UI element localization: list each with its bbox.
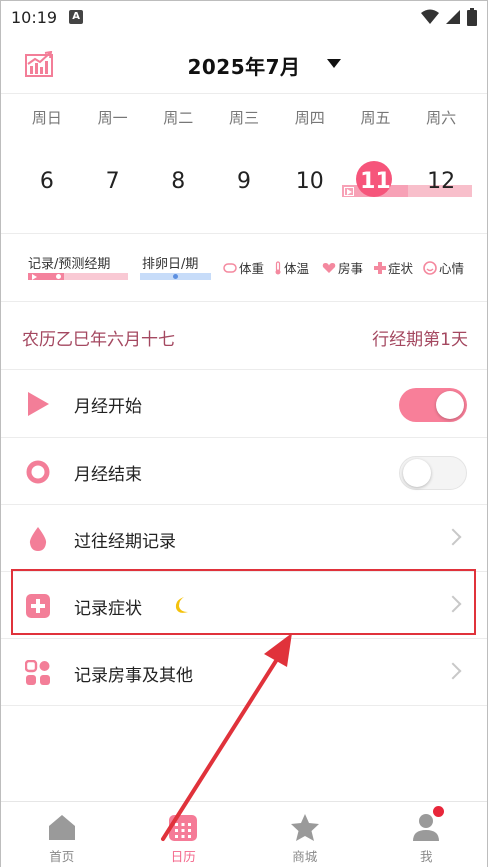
notification-a-icon: A	[69, 10, 84, 24]
tab-home-label: 首页	[49, 849, 75, 864]
app-frame: 10:19 A 2025年7月 周日 周一 周二 周三 周四 周五 周六 6 7…	[0, 0, 488, 867]
scale-icon	[223, 262, 237, 273]
weekday-label: 周一	[97, 109, 128, 127]
period-end-row[interactable]: 月经结束	[1, 438, 487, 505]
month-title[interactable]: 2025年7月	[1, 51, 487, 80]
divider	[1, 301, 487, 302]
tab-calendar[interactable]: 日历	[123, 802, 245, 867]
weekday-label: 周四	[294, 109, 325, 127]
legend-symptom-label: 症状	[388, 261, 414, 276]
tab-mall[interactable]: 商城	[244, 802, 366, 867]
period-start-toggle[interactable]	[399, 388, 467, 422]
divider	[1, 233, 487, 234]
legend-ovulation-bar	[140, 273, 211, 280]
tab-calendar-label: 日历	[170, 849, 196, 864]
weekday-label: 周六	[426, 109, 457, 127]
period-end-label: 月经结束	[74, 465, 142, 485]
legend-ovulation-label: 排卵日/期	[142, 257, 199, 272]
period-start-row[interactable]: 月经开始	[1, 370, 487, 437]
legend-intimacy-label: 房事	[338, 261, 364, 276]
legend-record-label: 记录/预测经期	[28, 257, 111, 272]
period-day-text: 行经期第1天	[372, 330, 468, 350]
weekday-label: 周二	[163, 109, 194, 127]
wifi-icon	[421, 9, 439, 24]
date-cell[interactable]: 12	[408, 159, 474, 205]
legend-mood-label: 心情	[439, 261, 465, 276]
date-cell[interactable]: 6	[14, 159, 80, 205]
record-intimacy-other-label: 记录房事及其他	[74, 666, 193, 686]
weekday-row: 周日 周一 周二 周三 周四 周五 周六	[14, 107, 474, 128]
highlight-box	[11, 569, 476, 635]
calendar-header: 2025年7月	[1, 41, 487, 87]
date-cell[interactable]: 8	[145, 159, 211, 205]
status-bar: 10:19 A	[1, 1, 487, 33]
heart-icon	[322, 262, 336, 273]
tab-home[interactable]: 首页	[1, 802, 123, 867]
date-cell[interactable]: 10	[277, 159, 343, 205]
signal-icon	[446, 10, 460, 24]
lunar-info-row: 农历乙巳年六月十七 行经期第1天	[22, 325, 468, 351]
grid-apps-icon	[25, 660, 50, 685]
date-cell[interactable]: 7	[80, 159, 146, 205]
record-intimacy-other-row[interactable]: 记录房事及其他	[1, 639, 487, 706]
past-period-records-row[interactable]: 过往经期记录	[1, 505, 487, 572]
weekday-label: 周三	[229, 109, 260, 127]
divider	[1, 93, 487, 94]
ring-icon	[26, 460, 50, 484]
battery-icon	[467, 8, 477, 26]
notification-dot	[432, 806, 444, 817]
tab-me[interactable]: 我	[366, 802, 488, 867]
star-icon	[290, 814, 319, 841]
toggle-knob	[403, 459, 431, 487]
chevron-right-icon	[444, 662, 462, 680]
past-period-records-label: 过往经期记录	[74, 532, 176, 552]
tab-mall-label: 商城	[292, 849, 318, 864]
weekday-label: 周五	[360, 109, 391, 127]
period-start-label: 月经开始	[74, 397, 142, 417]
chevron-right-icon	[444, 528, 462, 546]
smile-icon	[423, 260, 437, 275]
home-icon	[48, 815, 75, 840]
plus-icon	[374, 261, 386, 274]
calendar-icon	[169, 815, 198, 841]
period-end-toggle[interactable]	[399, 456, 467, 490]
date-cell[interactable]: 9	[211, 159, 277, 205]
legend-record-bar	[28, 273, 128, 280]
status-time: 10:19	[11, 7, 58, 27]
thermometer-icon	[275, 260, 281, 274]
lunar-date-text: 农历乙巳年六月十七	[22, 330, 175, 350]
toggle-knob	[436, 391, 464, 419]
drop-icon	[29, 527, 47, 551]
calendar-legend: 记录/预测经期 排卵日/期 体重 体温 房事 症状 心情	[25, 253, 475, 283]
legend-temperature-label: 体温	[284, 261, 310, 276]
month-dropdown-icon[interactable]	[327, 59, 341, 68]
play-icon	[28, 392, 49, 416]
date-row: 6 7 8 9 10 11 12	[14, 159, 474, 205]
weekday-label: 周日	[31, 109, 62, 127]
divider	[1, 705, 487, 706]
tab-me-label: 我	[419, 849, 433, 864]
date-cell-today[interactable]: 11	[343, 159, 409, 205]
bottom-navigation: 首页 日历 商城 我	[1, 801, 487, 867]
legend-weight-label: 体重	[239, 261, 265, 276]
